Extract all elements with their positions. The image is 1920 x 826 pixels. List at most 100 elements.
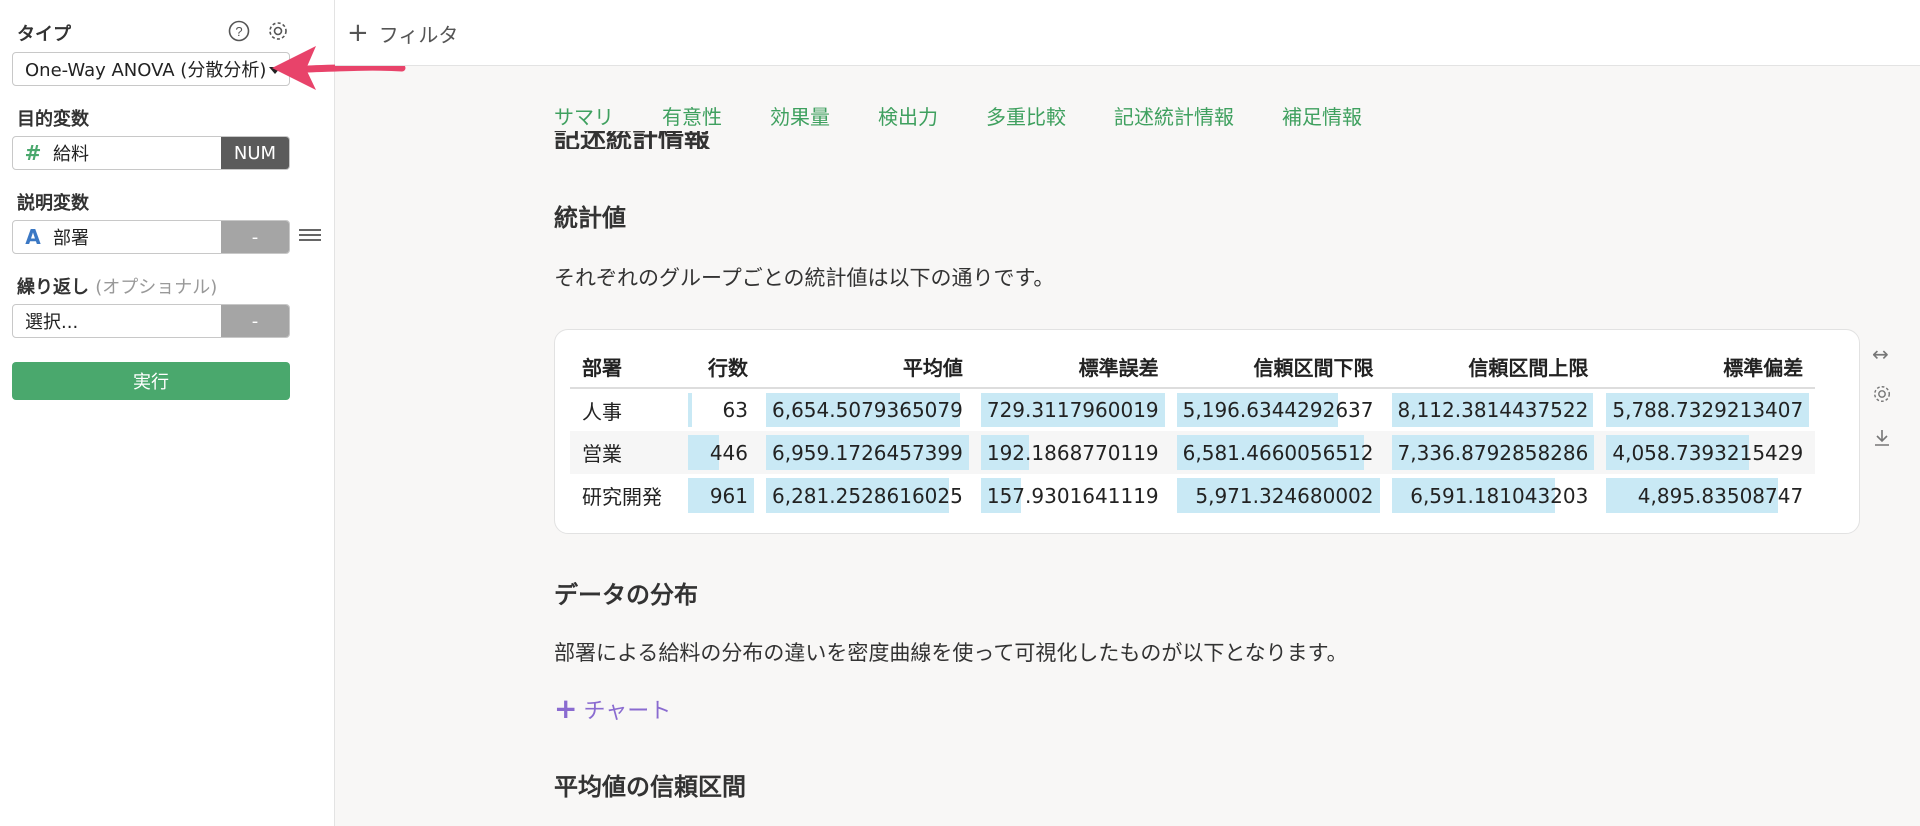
cell-value: 6,654.5079365079	[772, 398, 963, 422]
main-content: サマリ 有意性 効果量 検出力 多重比較 記述統計情報 補足情報 記述統計情報 …	[336, 67, 1920, 826]
row-group-cell: 営業	[570, 431, 682, 474]
cell-value: 4,058.7393215429	[1612, 440, 1804, 465]
explanatory-variable-field[interactable]: A 部署 -	[12, 220, 290, 254]
column-header[interactable]: 部署	[570, 346, 682, 389]
menu-icon[interactable]	[299, 226, 321, 246]
svg-text:?: ?	[235, 24, 242, 39]
tab-significance[interactable]: 有意性	[662, 101, 722, 130]
clipped-section-heading: 記述統計情報	[554, 131, 710, 149]
type-select[interactable]: One-Way ANOVA (分散分析)	[12, 52, 290, 86]
distribution-description: 部署による給料の分布の違いを密度曲線を使って可視化したものが以下となります。	[554, 641, 1348, 665]
run-button[interactable]: 実行	[12, 362, 290, 400]
table-row: 人事 63 6,654.5079365079 729.3117960019 5,196.…	[570, 388, 1815, 431]
top-bar: + フィルタ	[335, 0, 1920, 66]
cell-value: 5,971.324680002	[1195, 483, 1374, 508]
numeric-type-icon: #	[24, 141, 42, 165]
plus-icon: +	[554, 692, 578, 725]
table-settings-gear-icon[interactable]	[1872, 384, 1892, 409]
row-group-cell: 人事	[570, 388, 682, 431]
explanatory-type-tag[interactable]: -	[221, 221, 289, 253]
cell-value: 157.9301641119	[986, 483, 1159, 508]
cell-value: 6,581.4660056512	[1182, 440, 1374, 465]
table-cell: 5,971.324680002	[1171, 474, 1386, 517]
column-header[interactable]: 信頼区間上限	[1385, 346, 1601, 389]
table-cell: 192.1868770119	[974, 431, 1171, 474]
explanatory-variable-label: 説明変数	[17, 193, 89, 214]
cell-value: 6,959.1726457399	[772, 440, 963, 465]
stats-description: それぞれのグループごとの統計値は以下の通りです。	[554, 266, 1055, 290]
num-type-tag[interactable]: NUM	[221, 137, 289, 169]
table-cell: 729.3117960019	[975, 388, 1171, 431]
table-cell: 6,654.5079365079	[760, 388, 975, 431]
filter-label: フィルタ	[378, 22, 459, 47]
section-tabs: サマリ 有意性 効果量 検出力 多重比較 記述統計情報 補足情報	[554, 101, 1362, 130]
gear-icon[interactable]	[265, 18, 291, 44]
clipped-heading-text: 記述統計情報	[554, 131, 711, 149]
table-cell: 5,788.7329213407	[1600, 388, 1815, 431]
text-type-icon: A	[25, 225, 41, 249]
repeat-placeholder: 選択...	[25, 312, 79, 333]
table-cell: 7,336.8792858286	[1385, 431, 1601, 474]
ci-heading: 平均値の信頼区間	[554, 773, 746, 801]
value-bar	[688, 393, 693, 427]
repeat-field[interactable]: 選択... -	[12, 304, 290, 338]
cell-value: 5,196.6344292637	[1182, 398, 1374, 422]
add-chart-link[interactable]: + チャート	[554, 692, 671, 725]
tab-effect-size[interactable]: 効果量	[770, 101, 830, 130]
table-cell: 4,058.7393215429	[1600, 431, 1816, 474]
cell-value: 446	[709, 440, 748, 465]
table-cell: 157.9301641119	[975, 474, 1171, 517]
sidebar: タイプ ? One-Way ANOVA (分散分析) 目的変数 # 給料 NUM…	[0, 0, 335, 826]
optional-note: (オプショナル)	[95, 277, 218, 298]
distribution-heading: データの分布	[554, 581, 698, 609]
column-header[interactable]: 信頼区間下限	[1170, 346, 1386, 389]
column-header[interactable]: 行数	[682, 346, 760, 389]
repeat-label-text: 繰り返し	[17, 277, 89, 298]
table-cell: 6,959.1726457399	[760, 431, 975, 474]
target-variable-field[interactable]: # 給料 NUM	[12, 136, 290, 170]
cell-value: 8,112.3814437522	[1397, 398, 1589, 422]
table-tools: ↔	[1872, 342, 1892, 452]
cell-value: 7,336.8792858286	[1397, 440, 1589, 465]
target-variable-label: 目的変数	[17, 109, 89, 130]
tab-power[interactable]: 検出力	[878, 101, 938, 130]
column-header[interactable]: 標準偏差	[1600, 346, 1816, 389]
column-header[interactable]: 平均値	[760, 346, 975, 389]
add-filter-button[interactable]: + フィルタ	[347, 18, 458, 48]
table-header-row: 部署 行数 平均値 標準誤差 信頼区間下限 信頼区間上限 標準偏差	[570, 346, 1816, 389]
table-cell: 63	[682, 388, 760, 431]
cell-value: 6,591.181043203	[1410, 483, 1589, 508]
cell-value: 192.1868770119	[986, 440, 1159, 465]
column-header[interactable]: 標準誤差	[974, 346, 1171, 389]
table-cell: 5,196.6344292637	[1171, 388, 1386, 431]
stats-table: 部署 行数 平均値 標準誤差 信頼区間下限 信頼区間上限 標準偏差 人事 63 6,…	[570, 346, 1816, 517]
table-cell: 6,581.4660056512	[1170, 431, 1386, 474]
plus-icon: +	[347, 18, 369, 48]
cell-value: 63	[722, 398, 748, 422]
type-label: タイプ	[17, 24, 71, 45]
cell-value: 961	[709, 483, 748, 508]
repeat-type-tag[interactable]: -	[221, 305, 289, 337]
cell-value: 営業	[582, 442, 622, 466]
cell-value: 6,281.2528616025	[772, 483, 963, 508]
table-cell: 961	[682, 474, 760, 517]
table-row: 研究開発 961 6,281.2528616025 157.9301641119 5,9…	[570, 474, 1815, 517]
row-group-cell: 研究開発	[570, 474, 682, 517]
explanatory-variable-name: 部署	[53, 228, 89, 249]
table-cell: 6,591.181043203	[1386, 474, 1601, 517]
tab-summary[interactable]: サマリ	[554, 101, 614, 130]
tab-descriptive-stats[interactable]: 記述統計情報	[1114, 101, 1234, 130]
cell-value: 4,895.83508747	[1637, 483, 1804, 508]
help-icon[interactable]: ?	[226, 18, 252, 44]
cell-value: 研究開発	[582, 485, 662, 509]
table-cell: 446	[682, 431, 760, 474]
table-cell: 6,281.2528616025	[760, 474, 975, 517]
expand-horizontal-icon[interactable]: ↔	[1872, 342, 1892, 366]
stats-heading: 統計値	[554, 204, 626, 232]
cell-value: 5,788.7329213407	[1612, 398, 1804, 422]
download-icon[interactable]	[1872, 427, 1892, 452]
tab-multiple-comparison[interactable]: 多重比較	[986, 101, 1066, 130]
type-select-value: One-Way ANOVA (分散分析)	[25, 60, 267, 81]
chart-link-label: チャート	[583, 698, 672, 724]
tab-supplementary[interactable]: 補足情報	[1282, 101, 1362, 130]
